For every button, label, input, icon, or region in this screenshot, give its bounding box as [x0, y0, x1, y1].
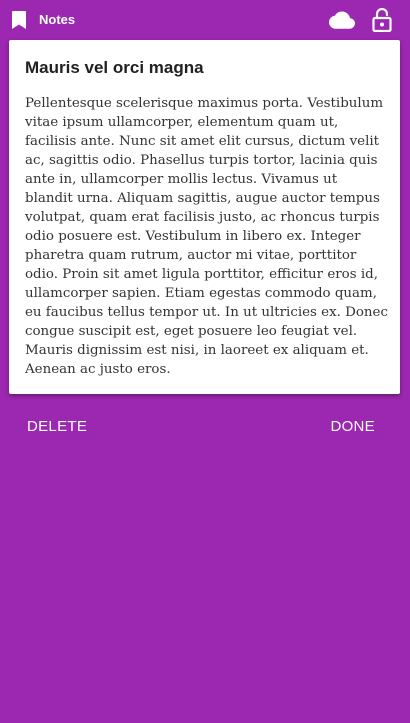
bookmark-icon: [12, 11, 26, 29]
done-button[interactable]: DONE: [330, 418, 375, 435]
cloud-icon[interactable]: [329, 11, 355, 29]
lock-open-icon[interactable]: [372, 8, 392, 32]
top-bar: Notes: [0, 0, 410, 40]
note-title: Mauris vel orci magna: [25, 58, 204, 77]
delete-button[interactable]: DELETE: [27, 418, 87, 435]
note-body-textarea[interactable]: Pellentesque scelerisque maximus porta. …: [25, 94, 389, 379]
note-card: Mauris vel orci magna Pellentesque scele…: [9, 40, 400, 394]
action-bar: DELETE DONE: [0, 412, 410, 442]
app-title: Notes: [39, 12, 76, 27]
